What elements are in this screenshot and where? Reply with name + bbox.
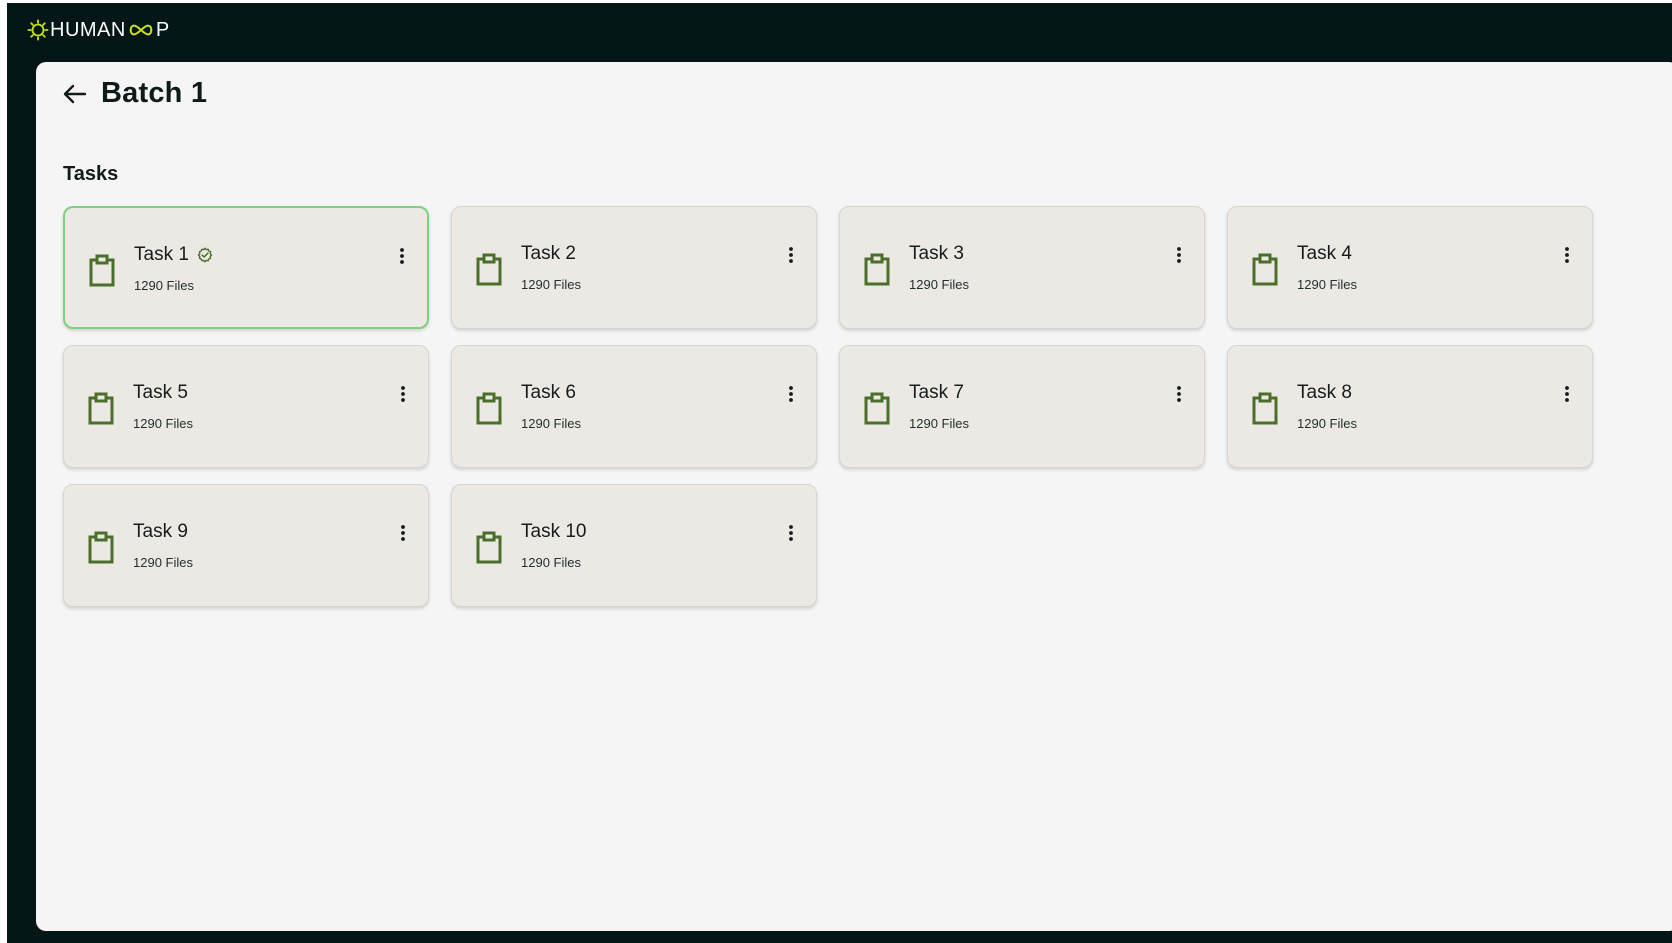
arrow-left-icon — [63, 84, 87, 103]
clipboard-icon — [476, 392, 502, 425]
task-title-row: Task 2 — [521, 243, 576, 265]
clipboard-icon — [89, 254, 115, 287]
task-title-row: Task 1 — [134, 244, 213, 266]
more-options-button[interactable] — [781, 245, 801, 265]
task-title: Task 10 — [521, 521, 587, 542]
sun-logo-icon — [27, 19, 49, 41]
task-grid: Task 1 1290 Files Task 2 1290 Files Task… — [63, 206, 1593, 607]
task-file-count: 1290 Files — [521, 416, 581, 431]
task-title-row: Task 8 — [1297, 382, 1352, 404]
task-title-row: Task 5 — [133, 382, 188, 404]
app-frame: HUMAN P Batch 1 Tasks Task 1 1290 Files … — [7, 3, 1672, 943]
task-title-row: Task 3 — [909, 243, 964, 265]
task-title-row: Task 10 — [521, 521, 586, 543]
humanloop-logo[interactable]: HUMAN P — [27, 19, 170, 41]
more-options-button[interactable] — [393, 384, 413, 404]
more-vertical-icon — [401, 525, 405, 541]
more-options-button[interactable] — [781, 384, 801, 404]
more-vertical-icon — [1565, 386, 1569, 402]
task-card[interactable]: Task 5 1290 Files — [63, 345, 429, 468]
more-vertical-icon — [789, 247, 793, 263]
task-title: Task 2 — [521, 243, 576, 264]
task-file-count: 1290 Files — [909, 277, 969, 292]
task-file-count: 1290 Files — [133, 416, 193, 431]
more-vertical-icon — [400, 248, 404, 264]
task-card[interactable]: Task 1 1290 Files — [63, 206, 429, 329]
more-vertical-icon — [789, 525, 793, 541]
page-title: Batch 1 — [101, 77, 208, 109]
back-button[interactable] — [59, 79, 89, 109]
task-title: Task 6 — [521, 382, 576, 403]
clipboard-icon — [88, 531, 114, 564]
task-title: Task 1 — [134, 244, 189, 265]
clipboard-icon — [476, 531, 502, 564]
more-options-button[interactable] — [781, 523, 801, 543]
task-card[interactable]: Task 8 1290 Files — [1227, 345, 1593, 468]
more-options-button[interactable] — [1169, 384, 1189, 404]
task-title-row: Task 4 — [1297, 243, 1352, 265]
clipboard-icon — [864, 392, 890, 425]
task-file-count: 1290 Files — [133, 555, 193, 570]
logo-text-left: HUMAN — [50, 18, 126, 41]
task-title: Task 8 — [1297, 382, 1352, 403]
clipboard-icon — [864, 253, 890, 286]
page-header: Batch 1 — [59, 77, 207, 110]
clipboard-icon — [1252, 392, 1278, 425]
task-card[interactable]: Task 7 1290 Files — [839, 345, 1205, 468]
task-card[interactable]: Task 6 1290 Files — [451, 345, 817, 468]
task-card[interactable]: Task 4 1290 Files — [1227, 206, 1593, 329]
task-file-count: 1290 Files — [909, 416, 969, 431]
more-vertical-icon — [1177, 386, 1181, 402]
logo-text-right: P — [155, 18, 170, 41]
more-vertical-icon — [1565, 247, 1569, 263]
clipboard-icon — [476, 253, 502, 286]
more-vertical-icon — [789, 386, 793, 402]
more-options-button[interactable] — [1557, 384, 1577, 404]
more-options-button[interactable] — [393, 523, 413, 543]
app-root: HUMAN P Batch 1 Tasks Task 1 1290 Files … — [0, 0, 1672, 943]
task-file-count: 1290 Files — [1297, 416, 1357, 431]
task-title: Task 5 — [133, 382, 188, 403]
topbar: HUMAN P — [7, 3, 1672, 55]
task-file-count: 1290 Files — [134, 278, 194, 293]
verified-badge-icon — [197, 247, 213, 263]
task-title-row: Task 7 — [909, 382, 964, 404]
more-vertical-icon — [1177, 247, 1181, 263]
more-options-button[interactable] — [1557, 245, 1577, 265]
clipboard-icon — [1252, 253, 1278, 286]
task-title-row: Task 6 — [521, 382, 576, 404]
task-title-row: Task 9 — [133, 521, 188, 543]
task-card[interactable]: Task 9 1290 Files — [63, 484, 429, 607]
task-title: Task 9 — [133, 521, 188, 542]
task-card[interactable]: Task 2 1290 Files — [451, 206, 817, 329]
task-file-count: 1290 Files — [521, 277, 581, 292]
task-file-count: 1290 Files — [521, 555, 581, 570]
more-options-button[interactable] — [392, 246, 412, 266]
task-title: Task 3 — [909, 243, 964, 264]
more-vertical-icon — [401, 386, 405, 402]
task-title: Task 4 — [1297, 243, 1352, 264]
task-card[interactable]: Task 3 1290 Files — [839, 206, 1205, 329]
tasks-section-title: Tasks — [63, 163, 119, 185]
task-title: Task 7 — [909, 382, 964, 403]
task-file-count: 1290 Files — [1297, 277, 1357, 292]
task-card[interactable]: Task 10 1290 Files — [451, 484, 817, 607]
more-options-button[interactable] — [1169, 245, 1189, 265]
infinity-logo-icon — [129, 24, 153, 36]
clipboard-icon — [88, 392, 114, 425]
